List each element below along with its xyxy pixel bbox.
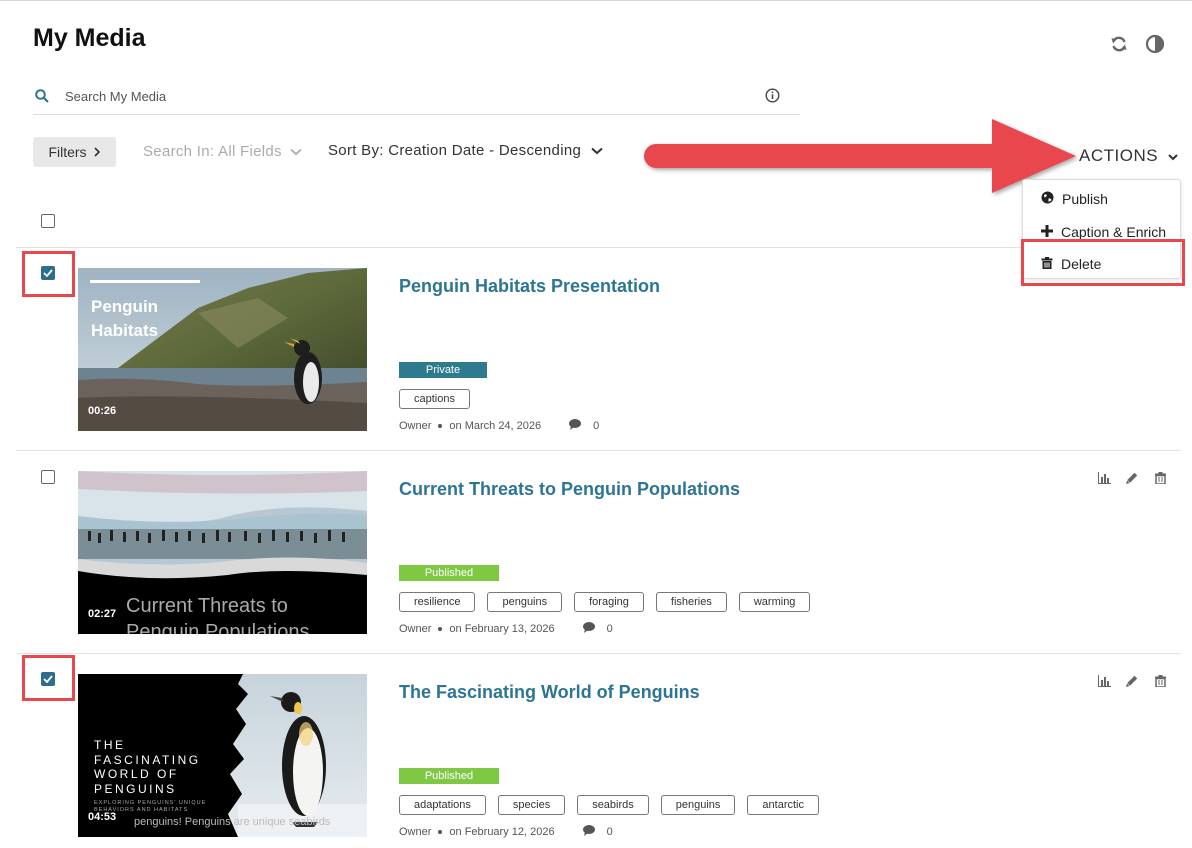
refresh-icon[interactable] xyxy=(1108,33,1130,55)
tag[interactable]: seabirds xyxy=(577,795,649,815)
tag[interactable]: fisheries xyxy=(655,592,727,612)
red-arrow-annotation xyxy=(640,118,1080,203)
entry-meta: Owner on February 12, 2026 0 xyxy=(399,825,613,839)
globe-icon xyxy=(1041,191,1054,207)
video-thumbnail[interactable]: Penguin Habitats 00:26 xyxy=(78,268,367,431)
entry-title[interactable]: Current Threats to Penguin Populations xyxy=(399,479,740,500)
comment-count: 0 xyxy=(606,826,613,838)
thumbnail-text: THE FASCINATING WORLD OF PENGUINS xyxy=(94,738,201,796)
menu-item-delete[interactable]: Delete xyxy=(1041,256,1101,272)
thumbnail-caption: penguins! Penguins are unique seabirds xyxy=(134,816,331,828)
actions-menu: Publish Caption & Enrich Delete xyxy=(1022,179,1181,279)
menu-item-publish[interactable]: Publish xyxy=(1041,191,1108,207)
edit-icon[interactable] xyxy=(1125,471,1139,485)
menu-item-label: Delete xyxy=(1061,256,1102,272)
contrast-icon[interactable] xyxy=(1144,33,1166,55)
owner-label: Owner xyxy=(399,420,432,432)
duration-label: 02:27 xyxy=(88,608,117,620)
menu-item-caption-enrich[interactable]: Caption & Enrich xyxy=(1041,224,1166,240)
date-label: on March 24, 2026 xyxy=(449,420,542,432)
tag[interactable]: resilience xyxy=(399,592,476,612)
tags-list: resilience penguins foraging fisheries w… xyxy=(399,592,811,612)
search-in-label: Search In: All Fields xyxy=(143,143,282,160)
comment-icon xyxy=(582,825,595,839)
menu-item-label: Publish xyxy=(1062,191,1108,207)
separator-dot xyxy=(438,830,443,834)
entry-title[interactable]: Penguin Habitats Presentation xyxy=(399,276,660,297)
thumbnail-text: Penguin Habitats xyxy=(91,297,159,340)
tag[interactable]: species xyxy=(497,795,566,815)
tag[interactable]: foraging xyxy=(574,592,644,612)
sort-by-label: Sort By: Creation Date - Descending xyxy=(328,142,582,159)
tags-list: captions xyxy=(399,389,470,409)
tag[interactable]: captions xyxy=(399,389,470,409)
thumbnail-text: Current Threats to Penguin Populations xyxy=(126,595,310,634)
tag[interactable]: penguins xyxy=(660,795,736,815)
search-input[interactable] xyxy=(65,88,745,104)
owner-label: Owner xyxy=(399,826,432,838)
media-row: Penguin Habitats 00:26 Penguin Habitats … xyxy=(0,248,1192,448)
separator-dot xyxy=(438,424,443,428)
status-badge: Private xyxy=(399,362,487,378)
comment-count: 0 xyxy=(593,420,600,432)
search-bar xyxy=(33,78,800,115)
status-badge: Published xyxy=(399,768,499,784)
media-row: THE FASCINATING WORLD OF PENGUINS EXPLOR… xyxy=(0,654,1192,848)
search-icon xyxy=(35,89,57,103)
media-row: Current Threats to Penguin Populations 0… xyxy=(0,451,1192,651)
menu-item-label: Caption & Enrich xyxy=(1061,224,1167,240)
owner-label: Owner xyxy=(399,623,432,635)
chevron-down-icon xyxy=(290,143,302,160)
comment-count: 0 xyxy=(606,623,613,635)
video-thumbnail[interactable]: Current Threats to Penguin Populations 0… xyxy=(78,471,367,634)
tag[interactable]: antarctic xyxy=(747,795,819,815)
top-border xyxy=(0,0,1192,1)
filters-label: Filters xyxy=(48,144,87,160)
info-icon[interactable] xyxy=(765,88,780,108)
actions-dropdown[interactable]: ACTIONS xyxy=(1079,146,1178,166)
date-label: on February 13, 2026 xyxy=(449,623,555,635)
separator-dot xyxy=(438,627,443,631)
row-checkbox[interactable] xyxy=(41,672,55,686)
sort-by-dropdown[interactable]: Sort By: Creation Date - Descending xyxy=(328,142,603,159)
actions-label: ACTIONS xyxy=(1079,146,1159,165)
tag[interactable]: warming xyxy=(738,592,811,612)
filters-button[interactable]: Filters xyxy=(33,137,116,167)
thumbnail-image xyxy=(78,268,367,431)
comment-icon xyxy=(582,622,595,636)
chevron-right-icon xyxy=(93,144,101,160)
top-icons xyxy=(1108,33,1166,55)
tags-list: adaptations species seabirds penguins an… xyxy=(399,795,819,815)
analytics-icon[interactable] xyxy=(1097,471,1111,485)
entry-meta: Owner on February 13, 2026 0 xyxy=(399,622,613,636)
video-thumbnail[interactable]: THE FASCINATING WORLD OF PENGUINS EXPLOR… xyxy=(78,674,367,837)
select-all-checkbox[interactable] xyxy=(41,214,55,228)
plus-icon xyxy=(1041,224,1053,240)
tag[interactable]: adaptations xyxy=(399,795,486,815)
chevron-down-icon xyxy=(1168,146,1178,166)
analytics-icon[interactable] xyxy=(1097,674,1111,688)
duration-label: 00:26 xyxy=(88,405,117,417)
trash-icon xyxy=(1041,256,1053,272)
edit-icon[interactable] xyxy=(1125,674,1139,688)
status-badge: Published xyxy=(399,565,499,581)
trash-icon[interactable] xyxy=(1153,471,1167,485)
entry-title[interactable]: The Fascinating World of Penguins xyxy=(399,682,700,703)
chevron-down-icon xyxy=(591,142,603,159)
search-in-dropdown[interactable]: Search In: All Fields xyxy=(143,143,302,160)
comment-icon xyxy=(569,419,582,433)
row-actions xyxy=(1097,471,1167,485)
date-label: on February 12, 2026 xyxy=(449,826,555,838)
row-checkbox[interactable] xyxy=(41,470,55,484)
tag[interactable]: penguins xyxy=(487,592,563,612)
duration-label: 04:53 xyxy=(88,811,117,823)
trash-icon[interactable] xyxy=(1153,674,1167,688)
page-title: My Media xyxy=(33,24,146,52)
row-actions xyxy=(1097,674,1167,688)
comments: 0 xyxy=(582,622,613,636)
row-checkbox[interactable] xyxy=(41,266,55,280)
entry-meta: Owner on March 24, 2026 0 xyxy=(399,419,599,433)
comments: 0 xyxy=(569,419,599,433)
comments: 0 xyxy=(582,825,613,839)
